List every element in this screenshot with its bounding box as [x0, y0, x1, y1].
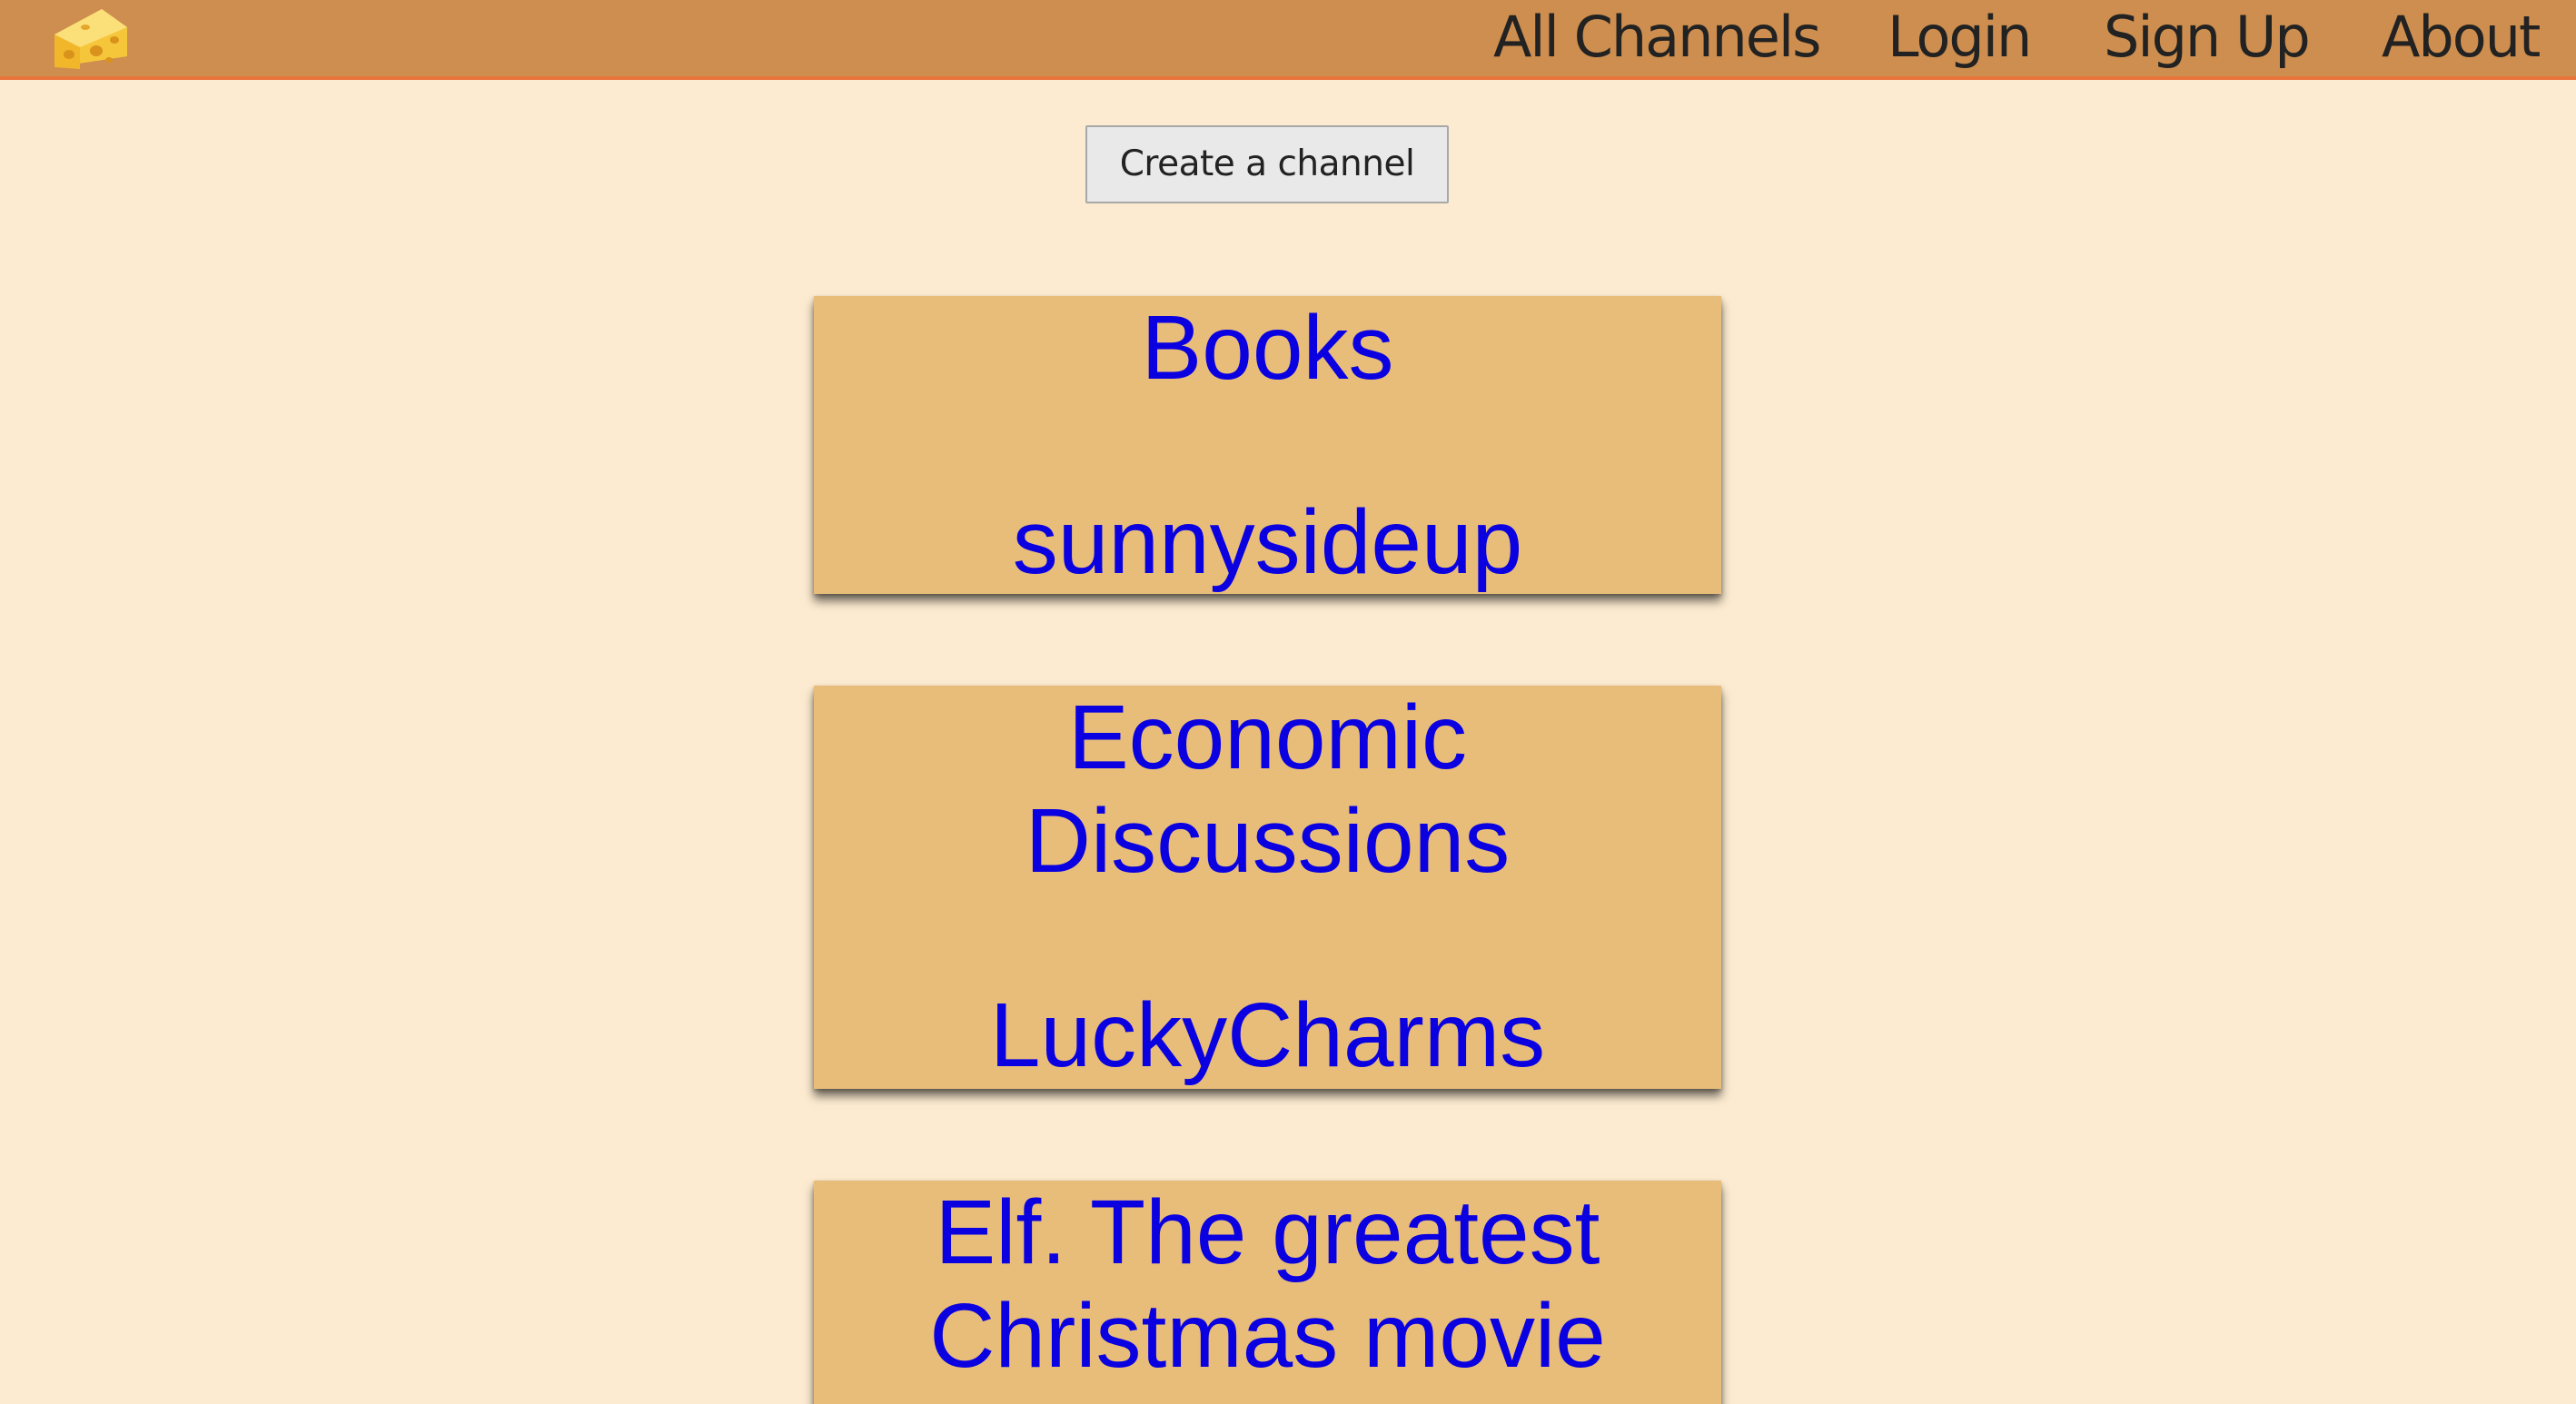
- cheese-icon[interactable]: [49, 4, 131, 73]
- channel-title[interactable]: Elf. The greatest Christmas movie: [814, 1181, 1721, 1388]
- create-channel-button[interactable]: Create a channel: [1085, 125, 1449, 203]
- channel-title[interactable]: Books: [814, 296, 1721, 400]
- page: All Channels Login Sign Up About Create …: [0, 0, 2576, 1404]
- channel-card[interactable]: Elf. The greatest Christmas movie: [814, 1181, 1721, 1404]
- channel-title[interactable]: Economic Discussions: [814, 686, 1721, 893]
- card-spacer: [814, 400, 1721, 490]
- channel-author[interactable]: sunnysideup: [814, 490, 1721, 594]
- nav-link-about[interactable]: About: [2382, 0, 2541, 76]
- channel-card[interactable]: Economic Discussions LuckyCharms: [814, 686, 1721, 1089]
- navbar: All Channels Login Sign Up About: [0, 0, 2576, 80]
- channel-card[interactable]: Books sunnysideup: [814, 296, 1721, 594]
- card-spacer: [814, 893, 1721, 984]
- nav-link-login[interactable]: Login: [1887, 0, 2032, 76]
- channel-author[interactable]: LuckyCharms: [814, 984, 1721, 1087]
- nav-link-sign-up[interactable]: Sign Up: [2104, 0, 2311, 76]
- nav-link-all-channels[interactable]: All Channels: [1493, 0, 1821, 76]
